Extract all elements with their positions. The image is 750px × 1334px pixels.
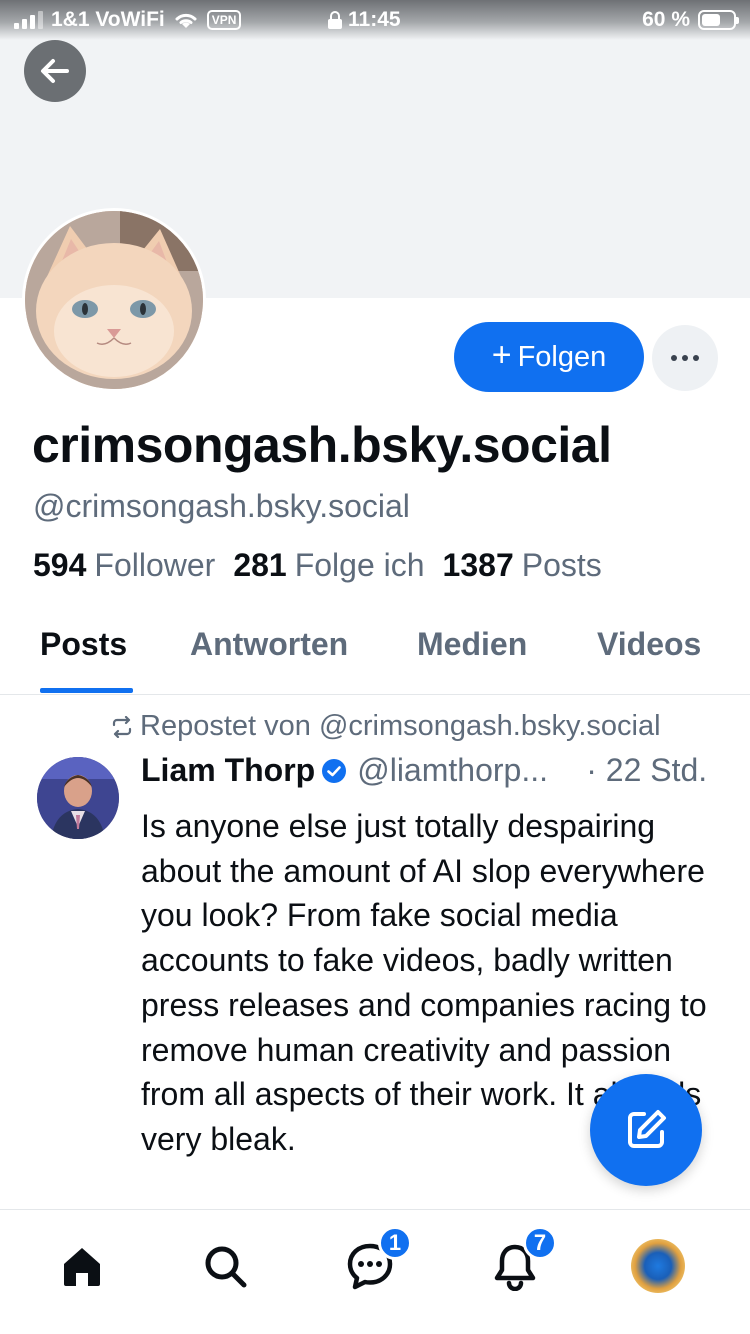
- nav-profile[interactable]: [630, 1238, 686, 1294]
- post-author-avatar[interactable]: [37, 757, 119, 839]
- nav-chat[interactable]: 1: [342, 1226, 412, 1294]
- back-button[interactable]: [24, 40, 86, 102]
- wifi-icon: [175, 13, 197, 28]
- plus-icon: +: [491, 336, 512, 374]
- profile-stats: 594 Follower 281 Folge ich 1387 Posts: [33, 547, 602, 584]
- profile-avatar: [631, 1239, 685, 1293]
- ellipsis-icon: [671, 355, 699, 361]
- status-right: 60 %: [642, 8, 739, 32]
- nav-search[interactable]: [197, 1238, 253, 1294]
- status-time: 11:45: [348, 8, 401, 31]
- tab-media[interactable]: Medien: [417, 626, 527, 663]
- home-icon: [64, 1248, 100, 1286]
- nav-home[interactable]: [54, 1238, 110, 1294]
- bottom-navigation: 1 7: [0, 1209, 750, 1334]
- repost-icon: [112, 715, 132, 738]
- post-header: Liam Thorp @liamthorp... · 22 Std.: [141, 752, 721, 789]
- battery-percent: 60 %: [642, 8, 690, 31]
- follow-button[interactable]: + Folgen: [454, 322, 644, 392]
- battery-icon: [698, 10, 739, 30]
- lock-icon: [328, 11, 342, 29]
- compose-icon: [628, 1110, 666, 1148]
- stat-value: 594: [33, 547, 87, 583]
- repost-label: Repostet von @crimsongash.bsky.social: [140, 710, 661, 742]
- cat-avatar-image: [25, 211, 203, 389]
- search-icon: [205, 1246, 247, 1288]
- tab-replies[interactable]: Antworten: [190, 626, 348, 663]
- stat-value: 1387: [442, 547, 514, 583]
- status-center: 11:45: [328, 8, 401, 32]
- repost-indicator[interactable]: Repostet von @crimsongash.bsky.social: [110, 710, 661, 743]
- following-stat[interactable]: 281 Folge ich: [233, 547, 424, 584]
- active-tab-indicator: [40, 688, 133, 693]
- follow-label: Folgen: [517, 340, 607, 373]
- post-author-name[interactable]: Liam Thorp: [141, 752, 315, 789]
- nav-notifications[interactable]: 7: [487, 1226, 557, 1294]
- vpn-badge: VPN: [206, 10, 242, 30]
- post-author-handle[interactable]: @liamthorp...: [357, 752, 572, 789]
- post-timestamp[interactable]: · 22 Std.: [586, 752, 707, 789]
- tab-videos[interactable]: Videos: [597, 626, 701, 663]
- profile-tabs: Posts Antworten Medien Videos: [0, 600, 750, 695]
- arrow-left-icon: [41, 59, 69, 83]
- verified-badge-icon: [322, 758, 347, 783]
- followers-stat[interactable]: 594 Follower: [33, 547, 215, 584]
- profile-handle: @crimsongash.bsky.social: [33, 488, 410, 524]
- stat-label: Folge ich: [294, 547, 425, 583]
- profile-avatar[interactable]: [22, 208, 206, 392]
- tab-posts[interactable]: Posts: [40, 626, 127, 663]
- stat-value: 281: [233, 547, 287, 583]
- more-options-button[interactable]: [652, 325, 718, 391]
- chat-badge: 1: [378, 1226, 412, 1260]
- notifications-badge: 7: [523, 1226, 557, 1260]
- stat-label: Posts: [521, 547, 602, 583]
- status-left: 1&1 VoWiFi VPN: [14, 8, 242, 32]
- status-bar: 1&1 VoWiFi VPN 11:45 60 %: [0, 0, 750, 40]
- profile-display-name: crimsongash.bsky.social: [32, 417, 612, 473]
- stat-label: Follower: [94, 547, 216, 583]
- compose-button[interactable]: [590, 1074, 702, 1186]
- signal-icon: [14, 11, 43, 29]
- carrier-label: 1&1 VoWiFi: [51, 8, 165, 31]
- posts-stat: 1387 Posts: [443, 547, 602, 584]
